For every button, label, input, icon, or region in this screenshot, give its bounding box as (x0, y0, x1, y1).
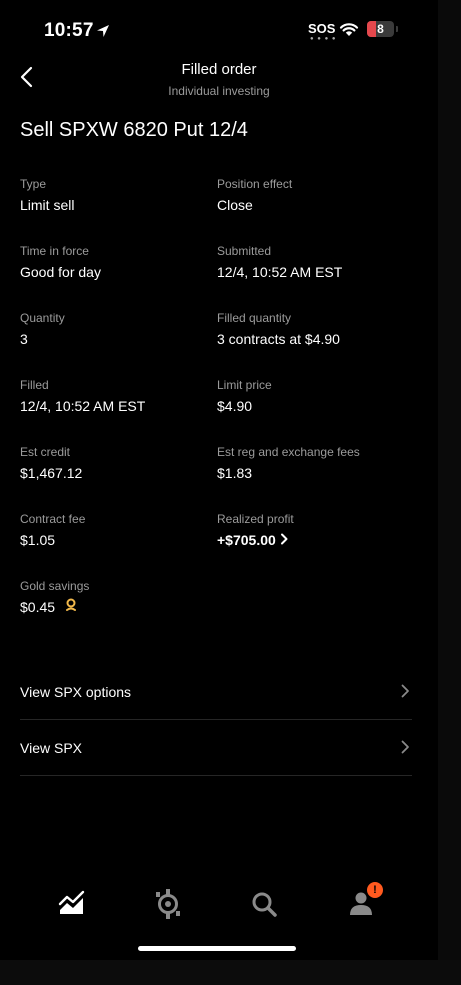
screen-bottom-edge (0, 960, 461, 985)
filled-quantity-label: Filled quantity (217, 311, 292, 325)
sos-indicator: SOS (308, 21, 336, 36)
battery-indicator: 8 (367, 21, 394, 37)
home-indicator (138, 946, 296, 951)
status-time: 10:57 (44, 20, 94, 41)
chevron-right-icon (401, 740, 409, 754)
realized-profit-link[interactable]: +$705.00 (217, 532, 288, 548)
realized-profit-label: Realized profit (217, 512, 294, 526)
gold-icon (66, 598, 76, 611)
filled-label: Filled (20, 378, 49, 392)
search-icon[interactable] (244, 884, 284, 924)
battery-level: 8 (377, 22, 384, 36)
battery-nub (396, 26, 398, 32)
order-title: Sell SPXW 6820 Put 12/4 (20, 119, 248, 141)
location-arrow-icon (97, 25, 109, 37)
view-spx-row[interactable]: View SPX (20, 720, 412, 776)
est-credit-value: $1,467.12 (20, 465, 83, 481)
chevron-right-icon (280, 533, 288, 545)
time-in-force-label: Time in force (20, 244, 89, 258)
limit-price-value: $4.90 (217, 398, 253, 414)
filled-value: 12/4, 10:52 AM EST (20, 398, 146, 414)
est-fees-value: $1.83 (217, 465, 253, 481)
signal-dots: ● ● ● ● (310, 36, 337, 42)
investing-chart-icon[interactable] (52, 884, 92, 924)
realized-profit-value: +$705.00 (217, 532, 276, 548)
wifi-icon (339, 23, 359, 36)
submitted-label: Submitted (217, 244, 272, 258)
screen-edge (438, 0, 461, 960)
quantity-label: Quantity (20, 311, 65, 325)
header-title: Filled order (181, 61, 257, 78)
contract-fee-value: $1.05 (20, 532, 56, 548)
gold-savings-value: $0.45 (20, 599, 56, 615)
time-in-force-value: Good for day (20, 264, 101, 280)
view-spx-label: View SPX (20, 740, 82, 756)
header-subtitle: Individual investing (168, 84, 270, 98)
est-fees-label: Est reg and exchange fees (217, 445, 360, 459)
position-effect-label: Position effect (217, 177, 293, 191)
chevron-right-icon (401, 684, 409, 698)
filled-quantity-value: 3 contracts at $4.90 (217, 331, 340, 347)
type-value: Limit sell (20, 197, 75, 213)
est-credit-label: Est credit (20, 445, 71, 459)
limit-price-label: Limit price (217, 378, 272, 392)
notification-badge: ! (367, 882, 383, 898)
contract-fee-label: Contract fee (20, 512, 86, 526)
position-effect-value: Close (217, 197, 253, 213)
quantity-value: 3 (20, 331, 28, 347)
phone-screen: 10:57 SOS ● ● ● ● 8 Filled order Individ… (0, 0, 438, 960)
submitted-value: 12/4, 10:52 AM EST (217, 264, 343, 280)
view-spx-options-label: View SPX options (20, 684, 132, 700)
type-label: Type (20, 177, 47, 191)
view-spx-options-row[interactable]: View SPX options (20, 664, 412, 720)
crypto-icon[interactable] (148, 884, 188, 924)
gold-savings-label: Gold savings (20, 579, 90, 593)
